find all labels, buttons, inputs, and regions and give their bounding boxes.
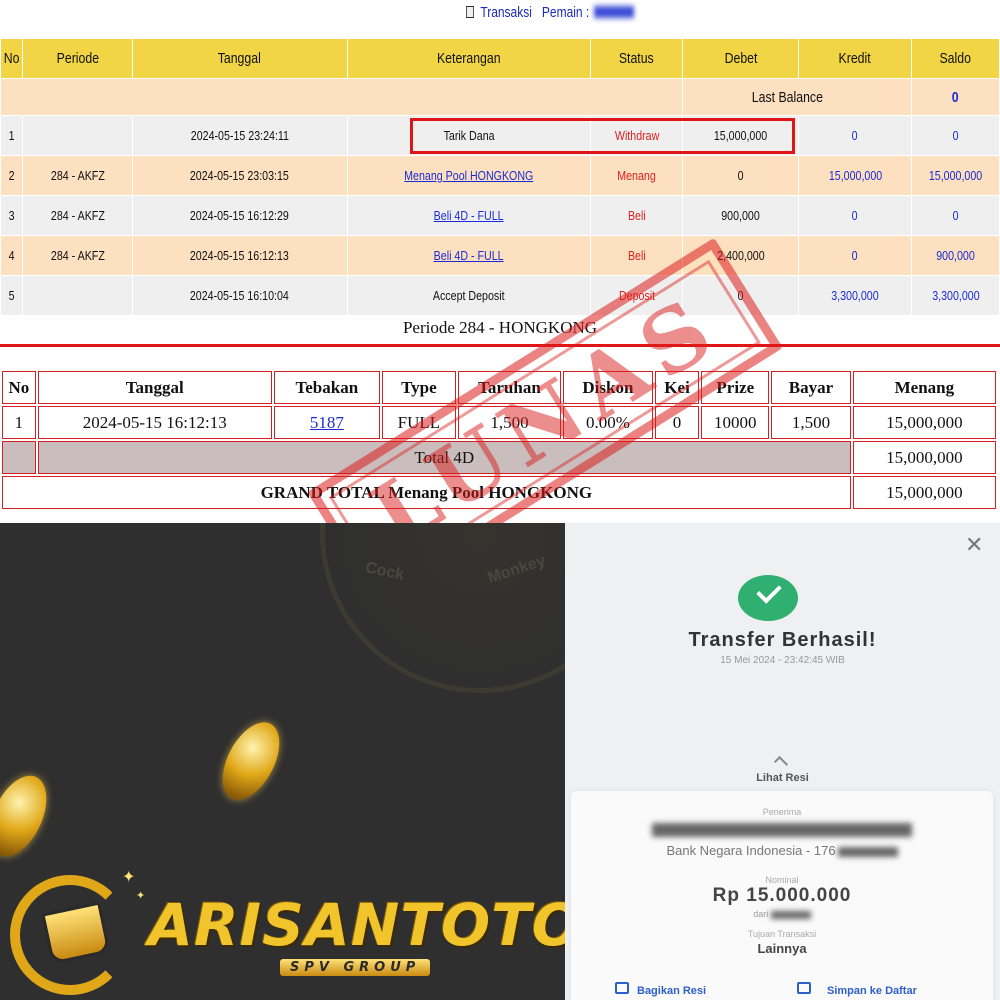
gold-coin-icon xyxy=(0,766,58,866)
keterangan-link[interactable]: Beli 4D - FULL xyxy=(434,208,504,223)
sparkle-icon: ✦ xyxy=(136,889,146,902)
receipt-card: Penerima Bank Negara Indonesia - 176 Nom… xyxy=(571,791,993,1000)
col-keterangan: Keterangan xyxy=(346,38,592,79)
header-title: Transaksi xyxy=(480,4,532,21)
grand-total-label: GRAND TOTAL Menang Pool HONGKONG xyxy=(2,476,851,509)
recipient-name-redacted xyxy=(571,821,993,839)
col-periode: Periode xyxy=(21,38,133,79)
col-status: Status xyxy=(590,38,684,79)
total-row: Total 4D 15,000,000 xyxy=(2,441,996,474)
brand-subtitle: SPV GROUP xyxy=(280,959,431,976)
promo-banner: Cock Monkey ✦ ✦ ARISANTOTO SPV GROUP xyxy=(0,523,565,1000)
sparkle-icon: ✦ xyxy=(122,867,136,886)
grand-total-row: GRAND TOTAL Menang Pool HONGKONG 15,000,… xyxy=(2,476,996,509)
simpan-ke-daftar-button[interactable]: Simpan ke Daftar xyxy=(827,985,917,997)
save-icon xyxy=(797,982,811,994)
col-no: No xyxy=(2,371,36,404)
table-row: 3 284 - AKFZ 2024-05-15 16:12:29 Beli 4D… xyxy=(0,195,1000,236)
last-balance-value: 0 xyxy=(952,88,959,106)
nominal-label: Nominal xyxy=(765,875,799,885)
bagikan-resi-button[interactable]: Bagikan Resi xyxy=(637,985,706,997)
col-prize: Prize xyxy=(701,371,770,404)
last-balance-row: Last Balance 0 xyxy=(0,78,1000,116)
tujuan-value: Lainnya xyxy=(757,941,807,956)
col-tanggal: Tanggal xyxy=(37,371,272,404)
col-kredit: Kredit xyxy=(798,38,913,79)
withdraw-highlight-box xyxy=(410,118,795,154)
status-text: Beli xyxy=(627,208,646,223)
status-text: Deposit xyxy=(618,288,655,303)
receipt-datetime: 15 Mei 2024 - 23:42:45 WIB xyxy=(720,655,845,666)
table-row: 1 2024-05-15 16:12:13 5187 FULL 1,500 0.… xyxy=(2,406,996,439)
transaction-table: No Periode Tanggal Keterangan Status Deb… xyxy=(0,38,1000,316)
col-tanggal: Tanggal xyxy=(131,38,348,79)
player-name-redacted xyxy=(594,6,635,18)
grand-total-value: 15,000,000 xyxy=(852,476,996,509)
bet-detail-table: No Tanggal Tebakan Type Taruhan Diskon K… xyxy=(0,369,998,511)
penerima-label: Penerima xyxy=(762,807,802,817)
total-value: 15,000,000 xyxy=(852,441,996,474)
close-icon[interactable]: ✕ xyxy=(965,533,983,558)
keterangan-text: Accept Deposit xyxy=(433,288,505,303)
table-row: 4 284 - AKFZ 2024-05-15 16:12:13 Beli 4D… xyxy=(0,235,1000,276)
tebakan-link[interactable]: 5187 xyxy=(310,413,344,432)
receipt-actions: Bagikan Resi Simpan ke Daftar xyxy=(571,979,993,999)
col-menang: Menang xyxy=(852,371,996,404)
transaksi-header: Transaksi Pemain : xyxy=(0,0,1000,32)
tujuan-label: Tujuan Transaksi xyxy=(747,929,817,939)
success-check-icon xyxy=(738,575,798,621)
dari-row: dari xyxy=(571,909,993,919)
nominal-amount: Rp 15.000.000 xyxy=(712,885,852,906)
divider-line xyxy=(0,344,1000,347)
status-text: Beli xyxy=(627,248,646,263)
last-balance-label: Last Balance xyxy=(752,88,824,106)
brand-logo: ✦ ✦ ARISANTOTO SPV GROUP xyxy=(10,861,565,996)
chevron-up-icon[interactable] xyxy=(773,755,789,771)
status-text: Menang xyxy=(617,168,657,183)
col-bayar: Bayar xyxy=(771,371,851,404)
col-saldo: Saldo xyxy=(911,38,1000,79)
keterangan-link[interactable]: Beli 4D - FULL xyxy=(434,248,504,263)
col-kei: Kei xyxy=(654,371,700,404)
zodiac-wheel xyxy=(320,523,565,693)
recipient-bank: Bank Negara Indonesia - 176 xyxy=(571,843,993,858)
col-debet: Debet xyxy=(682,38,800,79)
keterangan-link[interactable]: Menang Pool HONGKONG xyxy=(404,168,533,183)
share-icon xyxy=(615,982,629,994)
transfer-receipt: ✕ Transfer Berhasil! 15 Mei 2024 - 23:42… xyxy=(565,523,1000,1000)
document-icon xyxy=(466,6,474,18)
col-diskon: Diskon xyxy=(563,371,653,404)
detail-header-row: No Tanggal Tebakan Type Taruhan Diskon K… xyxy=(2,371,996,404)
gold-coin-icon xyxy=(210,713,292,809)
table-row: 2 284 - AKFZ 2024-05-15 23:03:15 Menang … xyxy=(0,155,1000,196)
col-type: Type xyxy=(382,371,456,404)
pemain-label: Pemain : xyxy=(541,4,590,21)
col-tebakan: Tebakan xyxy=(273,371,381,404)
lihat-resi-button[interactable]: Lihat Resi xyxy=(565,772,1000,784)
table-row: 5 2024-05-15 16:10:04 Accept Deposit Dep… xyxy=(0,275,1000,316)
total-label: Total 4D xyxy=(37,441,851,474)
col-no: No xyxy=(0,38,23,79)
col-taruhan: Taruhan xyxy=(457,371,562,404)
periode-title: Periode 284 - HONGKONG xyxy=(402,318,598,337)
brand-name: ARISANTOTO xyxy=(148,891,565,959)
receipt-title: Transfer Berhasil! xyxy=(688,629,877,651)
